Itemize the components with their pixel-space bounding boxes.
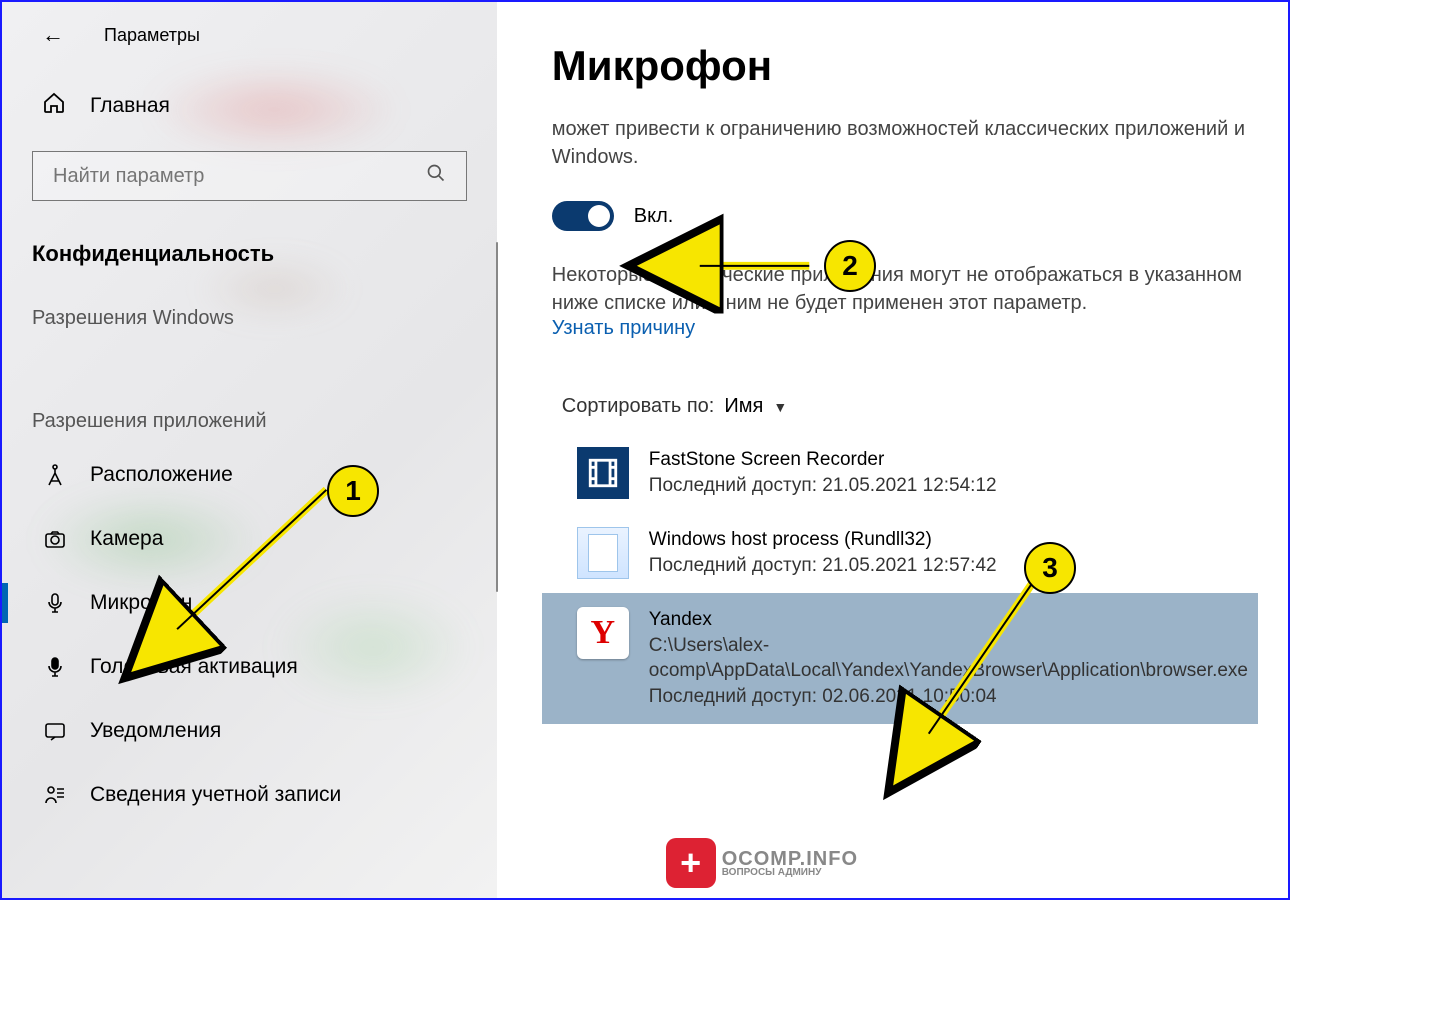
desktop-apps-note: Некоторые классические приложения могут … [552,261,1258,317]
notifications-icon [42,719,68,743]
nav-label: Расположение [90,463,233,487]
microphone-access-toggle[interactable] [552,201,614,231]
nav-label: Голосовая активация [90,655,298,679]
toggle-label: Вкл. [634,205,674,228]
search-input[interactable] [32,151,467,201]
app-row-faststone[interactable]: FastStone Screen Recorder Последний дост… [552,433,1258,513]
main-panel: Микрофон может привести к ограничению во… [497,2,1288,898]
sidebar-item-camera[interactable]: Камера [2,507,497,571]
app-path: C:\Users\alex-ocomp\AppData\Local\Yandex… [649,633,1248,684]
nav-label: Уведомления [90,719,221,743]
sidebar-item-location[interactable]: Расположение [2,443,497,507]
camera-icon [42,527,68,551]
sidebar: ← Параметры Главная Конфиденциальность Р… [2,2,497,898]
page-title: Микрофон [552,42,1258,90]
sort-value: Имя [724,395,763,418]
voice-icon [42,655,68,679]
nav-label: Камера [90,527,163,551]
app-name: FastStone Screen Recorder [649,447,997,473]
sidebar-item-voice[interactable]: Голосовая активация [2,635,497,699]
search-field[interactable] [53,165,367,188]
sidebar-item-account[interactable]: Сведения учетной записи [2,763,497,827]
sidebar-group-apps: Разрешения приложений [2,390,497,443]
learn-more-link[interactable]: Узнать причину [552,317,1258,340]
sort-by[interactable]: Сортировать по: Имя ▼ [562,395,1258,418]
callout-1: 1 [327,465,379,517]
intro-text: может привести к ограничению возможносте… [552,115,1258,171]
file-icon [577,527,629,579]
yandex-icon: Y [577,607,629,659]
search-icon [426,163,446,189]
callout-3: 3 [1024,542,1076,594]
sidebar-item-microphone[interactable]: Микрофон [2,571,497,635]
sort-label: Сортировать по: [562,395,715,418]
app-meta: Последний доступ: 21.05.2021 12:54:12 [649,473,997,499]
app-meta: Последний доступ: 21.05.2021 12:57:42 [649,553,997,579]
sidebar-category: Конфиденциальность [2,221,497,287]
app-row-rundll32[interactable]: Windows host process (Rundll32) Последни… [552,513,1258,593]
account-icon [42,783,68,807]
home-label: Главная [90,94,170,118]
callout-2: 2 [824,240,876,292]
sidebar-item-home[interactable]: Главная [2,73,497,139]
watermark: + OCOMP.INFO ВОПРОСЫ АДМИНУ [666,838,858,888]
app-name: Windows host process (Rundll32) [649,527,997,553]
home-icon [42,91,66,121]
back-icon[interactable]: ← [42,22,64,48]
chevron-down-icon: ▼ [773,399,787,415]
app-meta: Последний доступ: 02.06.2021 10:50:04 [649,684,1248,710]
microphone-icon [42,591,68,615]
watermark-icon: + [666,838,716,888]
location-icon [42,463,68,487]
sidebar-item-notifications[interactable]: Уведомления [2,699,497,763]
nav-label: Сведения учетной записи [90,783,341,807]
faststone-icon [577,447,629,499]
app-name: Yandex [649,607,1248,633]
nav-label: Микрофон [90,591,192,615]
app-row-yandex[interactable]: Y Yandex C:\Users\alex-ocomp\AppData\Loc… [542,593,1258,724]
window-title: Параметры [104,25,200,46]
sidebar-group-windows: Разрешения Windows [2,287,497,340]
